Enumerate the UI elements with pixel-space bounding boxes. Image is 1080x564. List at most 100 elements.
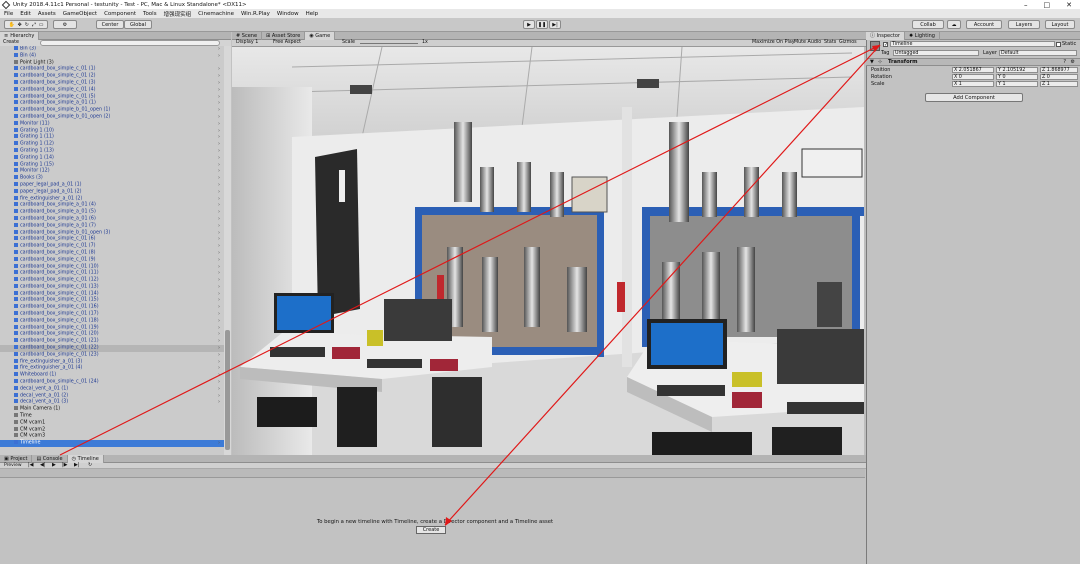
hierarchy-item[interactable]: Monitor (11) › — [0, 120, 224, 128]
prefab-arrow-icon[interactable]: › — [218, 264, 220, 271]
hierarchy-item[interactable]: cardboard_box_simple_b_01_open (2) › — [0, 113, 224, 121]
hierarchy-item[interactable]: cardboard_box_simple_c_01 (5) › — [0, 93, 224, 101]
menu-help[interactable]: Help — [306, 11, 319, 17]
hierarchy-item[interactable]: paper_legal_pad_a_01 (2) › — [0, 188, 224, 196]
hierarchy-item[interactable]: CM vcam1 — [0, 419, 224, 427]
hierarchy-item[interactable]: cardboard_box_simple_c_01 (22) › — [0, 345, 224, 352]
prefab-arrow-icon[interactable]: › — [218, 182, 220, 189]
transform-header[interactable]: ▼ ⊹ Transform ? ⚙ — [866, 58, 1080, 66]
hierarchy-item[interactable]: cardboard_box_simple_c_01 (4) › — [0, 86, 224, 94]
hierarchy-item[interactable]: fire_extinguisher_a_01 (3) › — [0, 358, 224, 366]
hierarchy-item[interactable]: cardboard_box_simple_a_01 (6) › — [0, 215, 224, 223]
minimize-icon[interactable]: – — [1024, 1, 1028, 9]
rotate-tool-icon[interactable]: ↻ — [25, 22, 29, 28]
hierarchy-item[interactable]: cardboard_box_simple_c_01 (21) › — [0, 338, 224, 345]
prefab-arrow-icon[interactable]: › — [218, 100, 220, 107]
account-dropdown[interactable]: Account — [966, 20, 1002, 29]
prefab-arrow-icon[interactable]: › — [218, 66, 220, 73]
aspect-dropdown[interactable]: Free Aspect — [273, 40, 301, 45]
hierarchy-item[interactable]: cardboard_box_simple_c_01 (13) › — [0, 283, 224, 291]
hierarchy-item[interactable]: Grating 1 (10) › — [0, 127, 224, 135]
tab-scene[interactable]: # Scene — [232, 31, 263, 40]
layers-dropdown[interactable]: Layers — [1008, 20, 1040, 29]
tab-inspector[interactable]: ⓘ Inspector — [866, 31, 905, 40]
scale-tool-icon[interactable]: ⤢ — [32, 22, 36, 28]
layout-dropdown[interactable]: Layout — [1045, 20, 1075, 29]
preview-button[interactable]: Preview — [4, 463, 22, 468]
prefab-arrow-icon[interactable]: › — [218, 270, 220, 277]
hierarchy-item[interactable]: cardboard_box_simple_c_01 (24) › — [0, 379, 224, 386]
hierarchy-scroll-thumb[interactable] — [225, 330, 230, 450]
hierarchy-item[interactable]: cardboard_box_simple_c_01 (18) › — [0, 317, 224, 325]
hierarchy-item[interactable]: Time — [0, 413, 224, 420]
menu-tools[interactable]: Tools — [143, 11, 157, 17]
prefab-arrow-icon[interactable]: › — [218, 230, 220, 237]
mute-audio-toggle[interactable]: Mute Audio — [794, 40, 821, 45]
tab-game[interactable]: ◉ Game — [305, 31, 336, 40]
prefab-arrow-icon[interactable]: › — [218, 189, 220, 196]
prefab-arrow-icon[interactable]: › — [218, 121, 220, 128]
scale-y-field[interactable]: Y 1 — [996, 81, 1038, 87]
prefab-arrow-icon[interactable]: › — [218, 331, 220, 338]
hierarchy-item[interactable]: cardboard_box_simple_c_01 (15) › — [0, 297, 224, 304]
hierarchy-item[interactable]: decal_vent_a_01 (2) › — [0, 392, 224, 400]
component-settings-icon[interactable]: ⚙ — [1071, 59, 1075, 65]
prefab-arrow-icon[interactable]: › — [218, 359, 220, 366]
play-button[interactable]: ▶ — [523, 20, 535, 29]
hierarchy-item[interactable]: cardboard_box_simple_a_01 (5) › — [0, 209, 224, 216]
prefab-arrow-icon[interactable]: › — [218, 73, 220, 80]
hierarchy-item[interactable]: Whiteboard (1) › — [0, 372, 224, 379]
hierarchy-item[interactable]: cardboard_box_simple_c_01 (11) › — [0, 270, 224, 277]
gizmos-dropdown[interactable]: Gizmos — [839, 40, 857, 45]
prefab-arrow-icon[interactable]: › — [218, 236, 220, 243]
prefab-arrow-icon[interactable]: › — [218, 399, 220, 406]
collab-dropdown[interactable]: Collab — [912, 20, 944, 29]
hierarchy-item[interactable]: Grating 1 (15) › — [0, 161, 224, 169]
prefab-arrow-icon[interactable]: › — [218, 80, 220, 87]
hierarchy-item[interactable]: Books (3) › — [0, 175, 224, 182]
step-button[interactable]: ▶| — [549, 20, 561, 29]
prefab-arrow-icon[interactable]: › — [218, 202, 220, 209]
prefab-arrow-icon[interactable]: › — [218, 175, 220, 182]
hierarchy-item[interactable]: cardboard_box_simple_a_01 (4) › — [0, 202, 224, 209]
hand-tool-icon[interactable]: ✋ — [8, 22, 14, 28]
hierarchy-item[interactable]: CM vcam3 — [0, 433, 224, 440]
custom-tool-button[interactable]: ⚙ — [53, 20, 77, 29]
hierarchy-item[interactable]: cardboard_box_simple_c_01 (6) › — [0, 236, 224, 243]
scale-x-field[interactable]: X 1 — [952, 81, 994, 87]
maximize-on-play-toggle[interactable]: Maximize On Play — [752, 40, 795, 45]
prefab-arrow-icon[interactable]: › — [218, 393, 220, 400]
prefab-arrow-icon[interactable]: › — [218, 440, 220, 447]
hierarchy-item[interactable]: fire_extinguisher_a_01 (4) › — [0, 365, 224, 372]
cloud-icon[interactable]: ☁ — [947, 20, 961, 29]
pause-button[interactable]: ❚❚ — [536, 20, 548, 29]
prefab-arrow-icon[interactable]: › — [218, 372, 220, 379]
hierarchy-item[interactable]: cardboard_box_simple_c_01 (9) › — [0, 256, 224, 264]
prefab-arrow-icon[interactable]: › — [218, 243, 220, 250]
prefab-arrow-icon[interactable]: › — [218, 379, 220, 386]
close-icon[interactable]: ✕ — [1066, 1, 1072, 9]
hierarchy-item[interactable]: cardboard_box_simple_c_01 (16) › — [0, 304, 224, 311]
next-frame-icon[interactable]: |▶ — [62, 462, 68, 468]
prefab-arrow-icon[interactable]: › — [218, 162, 220, 169]
menu-cinemachine[interactable]: Cinemachine — [198, 11, 234, 17]
prefab-arrow-icon[interactable]: › — [218, 114, 220, 121]
menu-edit[interactable]: Edit — [20, 11, 31, 17]
hierarchy-item[interactable]: CM vcam2 — [0, 426, 224, 434]
hierarchy-item[interactable]: cardboard_box_simple_a_01 (1) › — [0, 100, 224, 107]
hierarchy-item[interactable]: decal_vent_a_01 (3) › — [0, 399, 224, 406]
stats-toggle[interactable]: Stats — [824, 40, 836, 45]
prefab-arrow-icon[interactable]: › — [218, 223, 220, 230]
hierarchy-item[interactable]: cardboard_box_simple_b_01_open (3) › — [0, 229, 224, 237]
prefab-arrow-icon[interactable]: › — [218, 345, 220, 352]
prefab-arrow-icon[interactable]: › — [218, 250, 220, 257]
tag-dropdown[interactable]: Untagged — [893, 50, 979, 56]
prefab-arrow-icon[interactable]: › — [218, 311, 220, 318]
hierarchy-item[interactable]: cardboard_box_simple_c_01 (10) › — [0, 263, 224, 271]
loop-icon[interactable]: ↻ — [88, 462, 92, 468]
game-viewport[interactable] — [232, 47, 864, 455]
move-tool-icon[interactable]: ✥ — [18, 22, 22, 28]
transform-tools[interactable]: ✋ ✥ ↻ ⤢ ▭ — [4, 20, 48, 29]
prefab-arrow-icon[interactable]: › — [218, 155, 220, 162]
prefab-arrow-icon[interactable]: › — [218, 257, 220, 264]
